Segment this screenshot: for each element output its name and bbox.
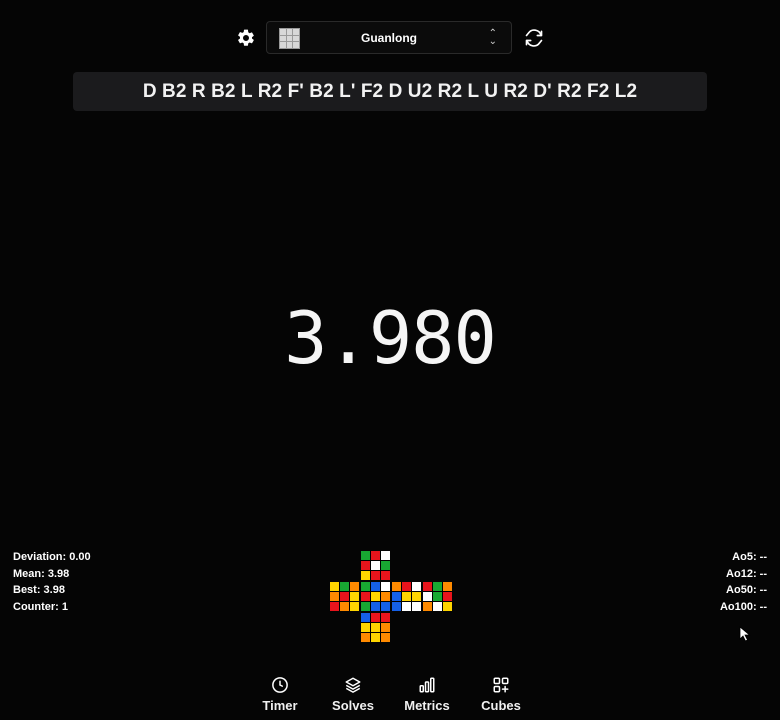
ao100-stat: Ao100: --	[719, 600, 767, 613]
cube-sticker	[371, 582, 380, 591]
cube-sticker	[371, 561, 380, 570]
cube-sticker	[381, 551, 390, 560]
cube-sticker	[340, 602, 349, 611]
cube-sticker	[371, 571, 380, 580]
cube-sticker	[443, 582, 452, 591]
mean-stat: Mean: 3.98	[13, 567, 70, 580]
cube-sticker	[412, 582, 421, 591]
cube-sticker	[371, 633, 380, 642]
cube-sticker	[350, 602, 359, 611]
counter-stat: Counter: 1	[13, 600, 68, 613]
cube-sticker	[433, 592, 442, 601]
refresh-icon[interactable]	[523, 27, 545, 49]
cube-sticker	[433, 602, 442, 611]
cube-sticker	[330, 582, 339, 591]
timer-display[interactable]: 3.980	[0, 296, 780, 380]
cube-face-left	[330, 582, 359, 611]
cube-sticker	[392, 592, 401, 601]
nav-metrics[interactable]: Metrics	[397, 676, 457, 713]
cube-sticker	[340, 582, 349, 591]
cube-sticker	[361, 592, 370, 601]
clock-icon	[272, 677, 288, 693]
cube-sticker	[412, 592, 421, 601]
cube-face-front	[361, 582, 390, 611]
cube-sticker	[350, 582, 359, 591]
cube-sticker	[392, 602, 401, 611]
cube-selector[interactable]: Guanlong ⌃ ⌄	[266, 21, 512, 54]
cube-sticker	[371, 592, 380, 601]
cube-sticker	[423, 592, 432, 601]
cube-sticker	[381, 571, 390, 580]
cube-sticker	[412, 602, 421, 611]
mouse-cursor-icon	[739, 626, 751, 647]
cube-sticker	[361, 602, 370, 611]
cube-sticker	[361, 623, 370, 632]
gear-icon[interactable]	[235, 27, 257, 49]
cube-sticker	[340, 592, 349, 601]
cube-sticker	[433, 582, 442, 591]
cube-sticker	[361, 613, 370, 622]
nav-cubes[interactable]: Cubes	[471, 676, 531, 713]
deviation-stat: Deviation: 0.00	[13, 551, 91, 563]
grid-plus-icon	[493, 677, 509, 693]
cube-sticker	[402, 592, 411, 601]
cube-sticker	[381, 633, 390, 642]
cube-sticker	[381, 582, 390, 591]
nav-metrics-label: Metrics	[404, 698, 450, 713]
layers-icon	[345, 677, 361, 693]
cube-sticker	[361, 582, 370, 591]
cube-sticker	[402, 582, 411, 591]
cube-sticker	[371, 623, 380, 632]
session-stats: Deviation: 0.00 Mean: 3.98 Best: 3.98 Co…	[13, 549, 91, 615]
nav-solves-label: Solves	[332, 698, 374, 713]
cube-sticker	[361, 633, 370, 642]
cube-sticker	[371, 551, 380, 560]
cube-sticker	[330, 592, 339, 601]
cube-face-up	[361, 551, 390, 580]
cube-sticker	[361, 571, 370, 580]
cube-sticker	[392, 582, 401, 591]
cube-sticker	[381, 561, 390, 570]
timer-page: Guanlong ⌃ ⌄ D B2 R B2 L R2 F' B2 L' F2 D…	[0, 0, 780, 720]
bottom-nav: Timer Solves Metrics Cubes	[250, 676, 530, 716]
cube-sticker	[381, 623, 390, 632]
nav-timer[interactable]: Timer	[250, 676, 310, 713]
cube-sticker	[423, 602, 432, 611]
average-stats: Ao5: -- Ao12: -- Ao50: -- Ao100: --	[720, 549, 767, 615]
cube-sticker	[361, 551, 370, 560]
chevron-updown-icon: ⌃ ⌄	[488, 28, 497, 47]
cube-sticker	[402, 602, 411, 611]
cube-face-back	[423, 582, 452, 611]
ao12-stat: Ao12: --	[726, 567, 767, 580]
cube-sticker	[381, 613, 390, 622]
best-stat: Best: 3.98	[13, 584, 65, 596]
bar-chart-icon	[419, 677, 435, 693]
cube-face-down	[361, 613, 390, 642]
cube-sticker	[371, 613, 380, 622]
nav-timer-label: Timer	[262, 698, 298, 713]
cube-sticker	[381, 602, 390, 611]
ao5-stat: Ao5: --	[732, 551, 767, 563]
cube-sticker	[350, 592, 359, 601]
cube-net-preview	[330, 551, 452, 648]
nav-cubes-label: Cubes	[481, 698, 521, 713]
cube-sticker	[330, 602, 339, 611]
cube-sticker	[423, 582, 432, 591]
cube-face-right	[392, 582, 421, 611]
cube-sticker	[443, 602, 452, 611]
scramble-text: D B2 R B2 L R2 F' B2 L' F2 D U2 R2 L U R…	[73, 72, 707, 111]
cube-selector-value: Guanlong	[361, 30, 417, 45]
cube-sticker	[371, 602, 380, 611]
cube-sticker	[381, 592, 390, 601]
cube-sticker	[443, 592, 452, 601]
ao50-stat: Ao50: --	[726, 584, 767, 596]
cube-sticker	[361, 561, 370, 570]
nav-solves[interactable]: Solves	[323, 676, 383, 713]
